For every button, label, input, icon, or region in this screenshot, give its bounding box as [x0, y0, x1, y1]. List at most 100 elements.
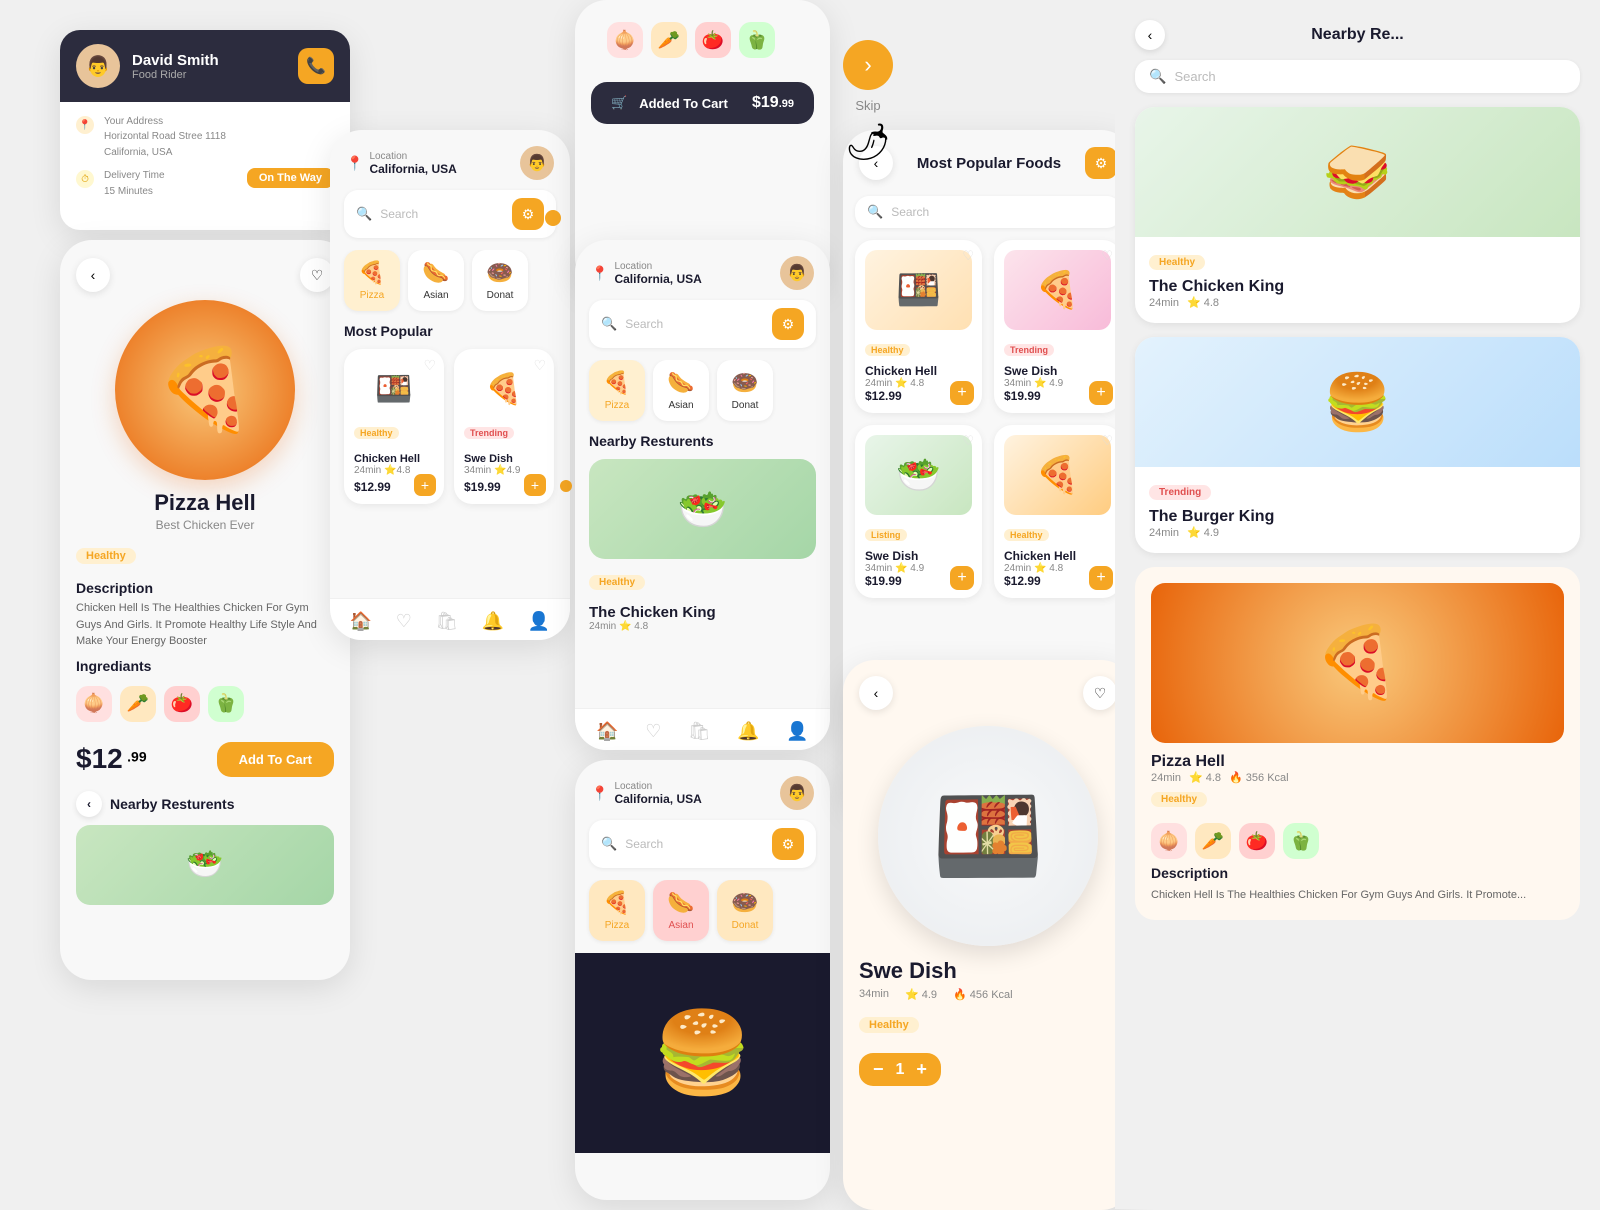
filter-btn-3[interactable]: ⚙ [772, 828, 804, 860]
cat-asian-2[interactable]: 🌭 Asian [653, 360, 709, 421]
qty-minus-button[interactable]: − [873, 1059, 884, 1080]
skip-label[interactable]: Skip [855, 98, 880, 113]
address-label: Your Address [104, 116, 163, 127]
pop-card-3[interactable]: ♡ 🥗 Listing Swe Dish 34min ⭐ 4.9 $19.99 … [855, 425, 982, 598]
cart-ingr-3: 🍅 [695, 22, 731, 58]
search-input-3[interactable]: Search [625, 837, 764, 851]
burger-king-card[interactable]: 🍔 Trending The Burger King 24min ⭐ 4.9 [1135, 337, 1580, 553]
food-card-swe-dish[interactable]: ♡ 🍕 Trending Swe Dish 34min ⭐4.9 $19.99 … [454, 349, 554, 504]
pizza-desc-text-r: Chicken Hell Is The Healthies Chicken Fo… [1151, 887, 1564, 904]
quantity-control[interactable]: − 1 + [859, 1053, 941, 1086]
chicken-king-meta: 24min ⭐ 4.8 [589, 621, 816, 632]
deco-dot-1 [545, 210, 561, 226]
search-bar-2[interactable]: 🔍 Search ⚙ [589, 300, 816, 348]
heart-icon-2[interactable]: ♡ [533, 357, 546, 374]
ingredient-onion: 🧅 [76, 686, 112, 722]
pizza-category-label: Pizza [360, 290, 384, 301]
right-back-button[interactable]: ‹ [1135, 20, 1165, 50]
heart-pop-3[interactable]: ♡ [962, 433, 974, 449]
heart-icon-1[interactable]: ♡ [423, 357, 436, 374]
search-input[interactable]: Search [380, 207, 504, 221]
chicken-hell-name: Chicken Hell [354, 453, 434, 465]
search-input-2[interactable]: Search [625, 317, 764, 331]
filter-button-2[interactable]: ⚙ [772, 308, 804, 340]
bnav-home-2[interactable]: 🏠 [596, 721, 618, 742]
search-bar[interactable]: 🔍 Search ⚙ [344, 190, 556, 238]
add-swe-dish-button[interactable]: + [524, 474, 546, 496]
pop-add-btn-4[interactable]: + [1089, 566, 1113, 590]
right-search-input[interactable]: Search [1174, 69, 1566, 84]
nav-user[interactable]: 👤 [528, 611, 550, 632]
heart-pop-2[interactable]: ♡ [1101, 248, 1113, 264]
right-search-bar[interactable]: 🔍 Search [1135, 60, 1580, 93]
pizza-hell-meta-r: 24min ⭐ 4.8 🔥 356 Kcal [1151, 771, 1289, 784]
asian-category-label: Asian [423, 290, 448, 301]
back-button[interactable]: ‹ [76, 258, 110, 292]
cat-asian-3[interactable]: 🌭 Asian [653, 880, 709, 941]
search-bar-3[interactable]: 🔍 Search ⚙ [589, 820, 816, 868]
bottom-nav-2: 🏠 ♡ 🛍 🔔 👤 [575, 708, 830, 750]
swe-heart-button[interactable]: ♡ [1083, 676, 1117, 710]
next-arrow-button[interactable]: › [843, 40, 893, 90]
pop-add-btn-1[interactable]: + [950, 381, 974, 405]
cat-donat-3[interactable]: 🍩 Donat [717, 880, 773, 941]
heart-pop-1[interactable]: ♡ [962, 248, 974, 264]
pop-add-btn-3[interactable]: + [950, 566, 974, 590]
pop-badge-3: Listing [865, 529, 907, 541]
right-search-icon: 🔍 [1149, 68, 1166, 85]
pop-card-2[interactable]: ♡ 🍕 Trending Swe Dish 34min ⭐ 4.9 $19.99… [994, 240, 1121, 413]
call-button[interactable]: 📞 [298, 48, 334, 84]
add-chicken-hell-button[interactable]: + [414, 474, 436, 496]
nav-home[interactable]: 🏠 [350, 611, 372, 632]
pop-card-1[interactable]: ♡ 🍱 Healthy Chicken Hell 24min ⭐ 4.8 $12… [855, 240, 982, 413]
add-to-cart-button[interactable]: Add To Cart [217, 742, 334, 777]
chicken-king-card[interactable]: 🥪 Healthy The Chicken King 24min ⭐ 4.8 [1135, 107, 1580, 323]
heart-button[interactable]: ♡ [300, 258, 334, 292]
pop-food-img-4: 🍕 [1004, 435, 1111, 515]
category-row: 🍕 Pizza 🌭 Asian 🍩 Donat [330, 250, 570, 323]
category-donat[interactable]: 🍩 Donat [472, 250, 528, 311]
price-display: $12 .99 [76, 743, 147, 775]
pizza-ingr-3-r: 🍅 [1239, 823, 1275, 859]
category-pizza[interactable]: 🍕 Pizza [344, 250, 400, 311]
popular-foods-grid: ♡ 🍱 Healthy Chicken Hell 24min ⭐ 4.8 $12… [843, 240, 1133, 598]
bnav-user-2[interactable]: 👤 [786, 721, 808, 742]
bnav-heart-2[interactable]: ♡ [645, 721, 661, 742]
heart-pop-4[interactable]: ♡ [1101, 433, 1113, 449]
pop-food-img-2: 🍕 [1004, 250, 1111, 330]
pop-name-4: Chicken Hell [1004, 549, 1111, 563]
nav-bag[interactable]: 🛍 [435, 611, 458, 632]
cat-pizza-3[interactable]: 🍕 Pizza [589, 880, 645, 941]
rider-delivery-row: ⏱ Delivery Time 15 Minutes On The Way [76, 168, 334, 199]
user-avatar-3: 👨 [780, 776, 814, 810]
on-way-button[interactable]: On The Way [247, 168, 334, 188]
filter-button[interactable]: ⚙ [512, 198, 544, 230]
time-dot-icon: ⏱ [76, 170, 94, 188]
pop-card-4[interactable]: ♡ 🍕 Healthy Chicken Hell 24min ⭐ 4.8 $12… [994, 425, 1121, 598]
loc-pin-icon-2: 📍 [591, 265, 608, 282]
delivery-label: Delivery Time [104, 170, 165, 181]
bnav-bell-2[interactable]: 🔔 [737, 721, 759, 742]
burger-king-body: Trending The Burger King 24min ⭐ 4.9 [1135, 467, 1580, 553]
pizza-hell-card: ‹ ♡ 🍕 Pizza Hell Best Chicken Ever Healt… [60, 240, 350, 980]
pop-search-input[interactable]: Search [891, 205, 1109, 219]
location-dot-icon: 📍 [76, 116, 94, 134]
cart-price: $19.99 [752, 94, 794, 112]
nearby-back-button[interactable]: ‹ [76, 791, 102, 817]
pop-add-btn-2[interactable]: + [1089, 381, 1113, 405]
nav-bell[interactable]: 🔔 [482, 611, 504, 632]
cat-donat-2[interactable]: 🍩 Donat [717, 360, 773, 421]
category-asian[interactable]: 🌭 Asian [408, 250, 464, 311]
bnav-bag-2[interactable]: 🛍 [688, 721, 711, 742]
swe-back-button[interactable]: ‹ [859, 676, 893, 710]
nav-heart[interactable]: ♡ [396, 611, 412, 632]
food-card-chicken-hell[interactable]: ♡ 🍱 Healthy Chicken Hell 24min ⭐4.8 $12.… [344, 349, 444, 504]
pop-filter-button[interactable]: ⚙ [1085, 147, 1117, 179]
loc-city-2: California, USA [614, 272, 701, 286]
pizza-desc-title-r: Description [1151, 865, 1564, 881]
cat-pizza-2[interactable]: 🍕 Pizza [589, 360, 645, 421]
loc-header-3: 📍 Location California, USA 👨 [575, 760, 830, 820]
pop-search-bar[interactable]: 🔍 Search [855, 196, 1121, 228]
qty-plus-button[interactable]: + [916, 1059, 927, 1080]
right-panel-header: ‹ Nearby Re... [1115, 0, 1600, 60]
